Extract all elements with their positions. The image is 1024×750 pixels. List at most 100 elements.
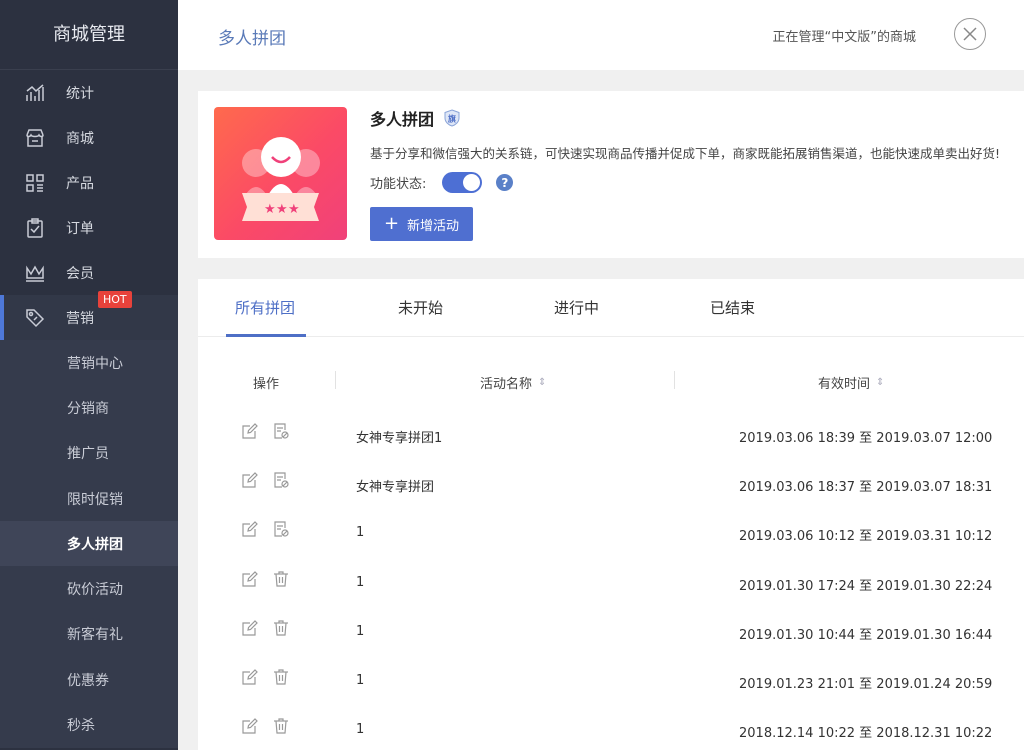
column-header-label: 活动名称 <box>480 377 533 392</box>
sidebar-item-members[interactable]: 会员 <box>0 250 178 295</box>
column-divider <box>674 371 675 389</box>
crown-icon <box>24 262 46 284</box>
table-row: 女神专享拼团 2019.03.06 18:37 至 2019.03.07 18:3… <box>198 462 1024 511</box>
sidebar-item-label: 商城 <box>66 130 94 147</box>
sidebar-subitem-coupons[interactable]: 优惠券 <box>0 657 178 702</box>
table-row: 1 2019.03.06 10:12 至 2019.03.31 10:12 <box>198 511 1024 560</box>
active-tab-indicator <box>226 334 306 337</box>
row-actions <box>241 717 303 735</box>
sidebar-subitem-distributors[interactable]: 分销商 <box>0 385 178 430</box>
table-header: 操作 活动名称 ⇕ 有效时间 ⇕ <box>198 369 1024 393</box>
help-icon[interactable]: ? <box>496 174 514 191</box>
tab-not-started[interactable]: 未开始 <box>398 297 443 318</box>
table-row: 1 2019.01.30 17:24 至 2019.01.30 22:24 <box>198 561 1024 610</box>
sidebar-item-store[interactable]: 商城 <box>0 115 178 160</box>
svg-text:★: ★ <box>276 202 288 217</box>
activity-valid-time: 2019.01.23 21:01 至 2019.01.24 20:59 <box>739 677 993 692</box>
sidebar-subitem-group-buy[interactable]: 多人拼团 <box>0 521 178 567</box>
column-header-label: 操作 <box>253 377 280 392</box>
feature-intro-card: ★ ★ ★ 多人拼团 旗 基于分享和微信强大的关系链，可快速实现商品传播并促成下… <box>198 91 1024 258</box>
sidebar-subitem-bargain[interactable]: 砍价活动 <box>0 566 178 611</box>
top-header: 多人拼团 正在管理“中文版”的商城 <box>178 0 1024 70</box>
svg-text:旗: 旗 <box>448 114 456 124</box>
table-row: 1 2018.12.14 10:22 至 2018.12.31 10:22 <box>198 708 1024 750</box>
sidebar-subitem-flash-promotion[interactable]: 限时促销 <box>0 476 178 521</box>
svg-text:★: ★ <box>264 202 276 217</box>
activity-name: 1 <box>356 525 365 541</box>
row-actions <box>241 422 303 440</box>
app-root: 商城管理 统计 商城 产品 订单 会员 营销 HOT 营销中心 分销商 推广员 … <box>0 0 1024 750</box>
activity-name: 1 <box>356 623 365 639</box>
flagship-badge-icon: 旗 <box>444 109 460 127</box>
column-header-name[interactable]: 活动名称 ⇕ <box>480 373 546 392</box>
plus-icon: + <box>383 213 400 234</box>
chart-icon <box>24 82 46 104</box>
sidebar-item-label: 统计 <box>66 85 94 102</box>
group-buy-banner-image: ★ ★ ★ <box>214 107 347 240</box>
tab-all[interactable]: 所有拼团 <box>235 297 295 318</box>
column-divider <box>335 371 336 389</box>
add-activity-label: 新增活动 <box>407 218 460 234</box>
edit-icon[interactable] <box>241 717 259 735</box>
trash-icon[interactable] <box>272 619 290 637</box>
activity-name: 1 <box>356 722 365 738</box>
add-activity-button[interactable]: + 新增活动 <box>370 207 473 241</box>
sidebar-subitem-marketing-center[interactable]: 营销中心 <box>0 340 178 385</box>
edit-icon[interactable] <box>241 471 259 489</box>
tag-icon <box>24 307 46 329</box>
edit-icon[interactable] <box>241 570 259 588</box>
tab-ended[interactable]: 已结束 <box>710 297 755 318</box>
feature-description: 基于分享和微信强大的关系链，可快速实现商品传播并促成下单，商家既能拓展销售渠道，… <box>370 146 1001 161</box>
column-header-valid-time[interactable]: 有效时间 ⇕ <box>818 373 884 392</box>
sidebar-item-label: 营销 <box>66 310 94 327</box>
tab-in-progress[interactable]: 进行中 <box>554 297 599 318</box>
close-button[interactable] <box>954 18 986 50</box>
activity-valid-time: 2019.01.30 10:44 至 2019.01.30 16:44 <box>739 627 993 643</box>
store-icon <box>24 127 46 149</box>
activity-valid-time: 2019.03.06 18:37 至 2019.03.07 18:31 <box>739 480 993 496</box>
grid-icon <box>24 172 46 194</box>
edit-icon[interactable] <box>241 520 259 538</box>
edit-icon[interactable] <box>241 619 259 637</box>
feature-status-toggle[interactable] <box>442 172 483 193</box>
sidebar-title: 商城管理 <box>0 0 178 70</box>
column-header-label: 有效时间 <box>818 377 871 392</box>
trash-icon[interactable] <box>272 668 290 686</box>
row-actions <box>241 570 303 588</box>
sidebar-submenu: 营销中心 分销商 推广员 限时促销 多人拼团 砍价活动 新客有礼 优惠券 秒杀 <box>0 340 178 748</box>
edit-icon[interactable] <box>241 668 259 686</box>
table-row: 1 2019.01.23 21:01 至 2019.01.24 20:59 <box>198 659 1024 708</box>
feature-title: 多人拼团 <box>370 110 435 129</box>
sort-icon[interactable]: ⇕ <box>876 377 884 388</box>
feature-status-label: 功能状态: <box>370 177 427 192</box>
table-row: 1 2019.01.30 10:44 至 2019.01.30 16:44 <box>198 610 1024 659</box>
activity-valid-time: 2019.03.06 18:39 至 2019.03.07 12:00 <box>739 431 993 446</box>
edit-icon[interactable] <box>241 422 259 440</box>
sidebar-item-products[interactable]: 产品 <box>0 160 178 205</box>
end-activity-icon[interactable] <box>272 471 290 489</box>
activity-list-card: 所有拼团 未开始 进行中 已结束 操作 活动名称 ⇕ 有效时间 ⇕ 女神专享拼团… <box>198 279 1024 750</box>
end-activity-icon[interactable] <box>272 422 290 440</box>
sidebar-item-label: 订单 <box>66 220 94 237</box>
page-title: 多人拼团 <box>218 29 286 49</box>
row-actions <box>241 520 303 538</box>
sidebar-item-stats[interactable]: 统计 <box>0 70 178 115</box>
activity-name: 1 <box>356 673 365 688</box>
feature-status-row: 功能状态: ? <box>370 172 514 193</box>
sidebar-item-orders[interactable]: 订单 <box>0 205 178 250</box>
table-row: 女神专享拼团1 2019.03.06 18:39 至 2019.03.07 12:… <box>198 413 1024 462</box>
row-actions <box>241 471 303 489</box>
activity-valid-time: 2018.12.14 10:22 至 2018.12.31 10:22 <box>739 726 993 742</box>
sidebar-subitem-promoters[interactable]: 推广员 <box>0 431 178 476</box>
row-actions <box>241 668 303 686</box>
trash-icon[interactable] <box>272 717 290 735</box>
activity-name: 1 <box>356 574 365 590</box>
end-activity-icon[interactable] <box>272 520 290 538</box>
sidebar-subitem-seckill[interactable]: 秒杀 <box>0 702 178 747</box>
sort-icon[interactable]: ⇕ <box>538 377 546 388</box>
trash-icon[interactable] <box>272 570 290 588</box>
sidebar-item-label: 产品 <box>66 175 94 192</box>
sidebar-item-marketing[interactable]: 营销 HOT <box>0 291 178 340</box>
sidebar-subitem-new-customer-gift[interactable]: 新客有礼 <box>0 612 178 657</box>
managing-store-text: 正在管理“中文版”的商城 <box>772 30 916 45</box>
